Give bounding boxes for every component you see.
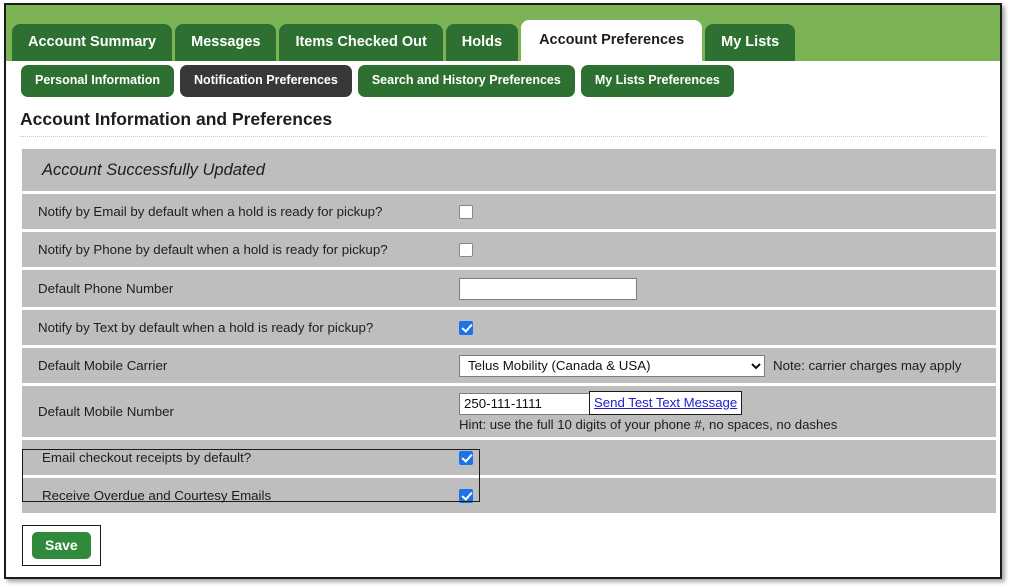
row-control: Telus Mobility (Canada & USA) Note: carr… [450, 354, 996, 377]
tab-label: My Lists [721, 33, 780, 50]
table-row-notify-text: Notify by Text by default when a hold is… [22, 310, 996, 345]
tab-holds[interactable]: Holds [445, 23, 519, 61]
row-control [450, 488, 996, 503]
row-label: Receive Overdue and Courtesy Emails [42, 488, 272, 503]
send-test-text-message-link[interactable]: Send Test Text Message [594, 395, 737, 410]
page-heading-area: Account Information and Preferences [6, 109, 1000, 137]
table-row-default-phone-number: Default Phone Number [22, 270, 996, 307]
tab-label: Account Summary [28, 33, 157, 50]
preferences-table: Account Successfully Updated Notify by E… [22, 149, 996, 513]
primary-tab-bar: Account Summary Messages Items Checked O… [6, 5, 1000, 61]
row-control [450, 242, 996, 257]
status-banner: Account Successfully Updated [22, 149, 996, 191]
subtab-label: Search and History Preferences [371, 73, 561, 87]
receive-overdue-courtesy-emails-checkbox[interactable] [459, 488, 473, 503]
table-row-default-mobile-number: Default Mobile Number Send Test Text Mes… [22, 386, 996, 437]
table-row-default-mobile-carrier: Default Mobile Carrier Telus Mobility (C… [22, 348, 996, 383]
email-checkout-receipts-checkbox[interactable] [459, 450, 473, 465]
tab-items-checked-out[interactable]: Items Checked Out [279, 23, 443, 61]
row-label: Default Phone Number [38, 281, 174, 296]
subtab-label: Personal Information [35, 73, 161, 87]
tab-label: Holds [461, 33, 503, 50]
secondary-tab-bar: Personal Information Notification Prefer… [6, 61, 1000, 109]
tab-label: Account Preferences [539, 31, 685, 48]
row-label: Notify by Email by default when a hold i… [38, 204, 383, 219]
row-label: Default Mobile Number [38, 404, 174, 419]
tab-label: Messages [191, 33, 261, 50]
subtab-search-and-history-preferences[interactable]: Search and History Preferences [357, 65, 575, 97]
mobile-number-hint: Hint: use the full 10 digits of your pho… [459, 416, 838, 432]
default-mobile-carrier-select[interactable]: Telus Mobility (Canada & USA) [459, 354, 765, 377]
status-banner-text: Account Successfully Updated [42, 160, 265, 179]
row-control [450, 277, 996, 300]
row-label: Notify by Text by default when a hold is… [38, 320, 374, 335]
browser-content-frame: Account Summary Messages Items Checked O… [4, 3, 1002, 579]
default-phone-number-input[interactable] [459, 277, 637, 300]
table-row-notify-phone: Notify by Phone by default when a hold i… [22, 232, 996, 267]
tab-label: Items Checked Out [295, 33, 427, 50]
heading-divider [20, 136, 986, 137]
row-label: Default Mobile Carrier [38, 358, 168, 373]
row-control [450, 204, 996, 219]
row-label: Notify by Phone by default when a hold i… [38, 242, 388, 257]
screenshot-root: Account Summary Messages Items Checked O… [0, 0, 1010, 587]
notify-text-checkbox[interactable] [459, 320, 473, 335]
row-control [450, 450, 996, 465]
tab-messages[interactable]: Messages [175, 23, 277, 61]
save-button-focus-outline: Save [22, 525, 101, 566]
subtab-personal-information[interactable]: Personal Information [21, 65, 175, 97]
row-control [450, 320, 996, 335]
mobile-number-line: Send Test Text Message [459, 390, 743, 415]
table-row-overdue-courtesy-emails: Receive Overdue and Courtesy Emails [22, 478, 996, 513]
page-title: Account Information and Preferences [20, 109, 333, 129]
tab-account-summary[interactable]: Account Summary [12, 23, 173, 61]
subtab-notification-preferences[interactable]: Notification Preferences [180, 65, 352, 97]
tab-my-lists[interactable]: My Lists [705, 23, 796, 61]
notify-phone-checkbox[interactable] [459, 242, 473, 257]
subtab-label: Notification Preferences [194, 73, 338, 87]
send-test-text-message-box: Send Test Text Message [589, 390, 743, 415]
table-row-email-checkout-receipts: Email checkout receipts by default? [22, 440, 996, 475]
subtab-label: My Lists Preferences [594, 73, 720, 87]
tab-account-preferences[interactable]: Account Preferences [521, 19, 703, 61]
row-control: Send Test Text Message Hint: use the ful… [450, 386, 996, 437]
subtab-my-lists-preferences[interactable]: My Lists Preferences [580, 65, 734, 97]
secondary-tab-list: Personal Information Notification Prefer… [21, 65, 734, 97]
notify-email-checkbox[interactable] [459, 204, 473, 219]
save-button[interactable]: Save [32, 532, 91, 559]
primary-tab-list: Account Summary Messages Items Checked O… [12, 19, 796, 61]
carrier-charges-note: Note: carrier charges may apply [773, 358, 962, 373]
row-label: Email checkout receipts by default? [42, 450, 252, 465]
table-row-notify-email: Notify by Email by default when a hold i… [22, 194, 996, 229]
